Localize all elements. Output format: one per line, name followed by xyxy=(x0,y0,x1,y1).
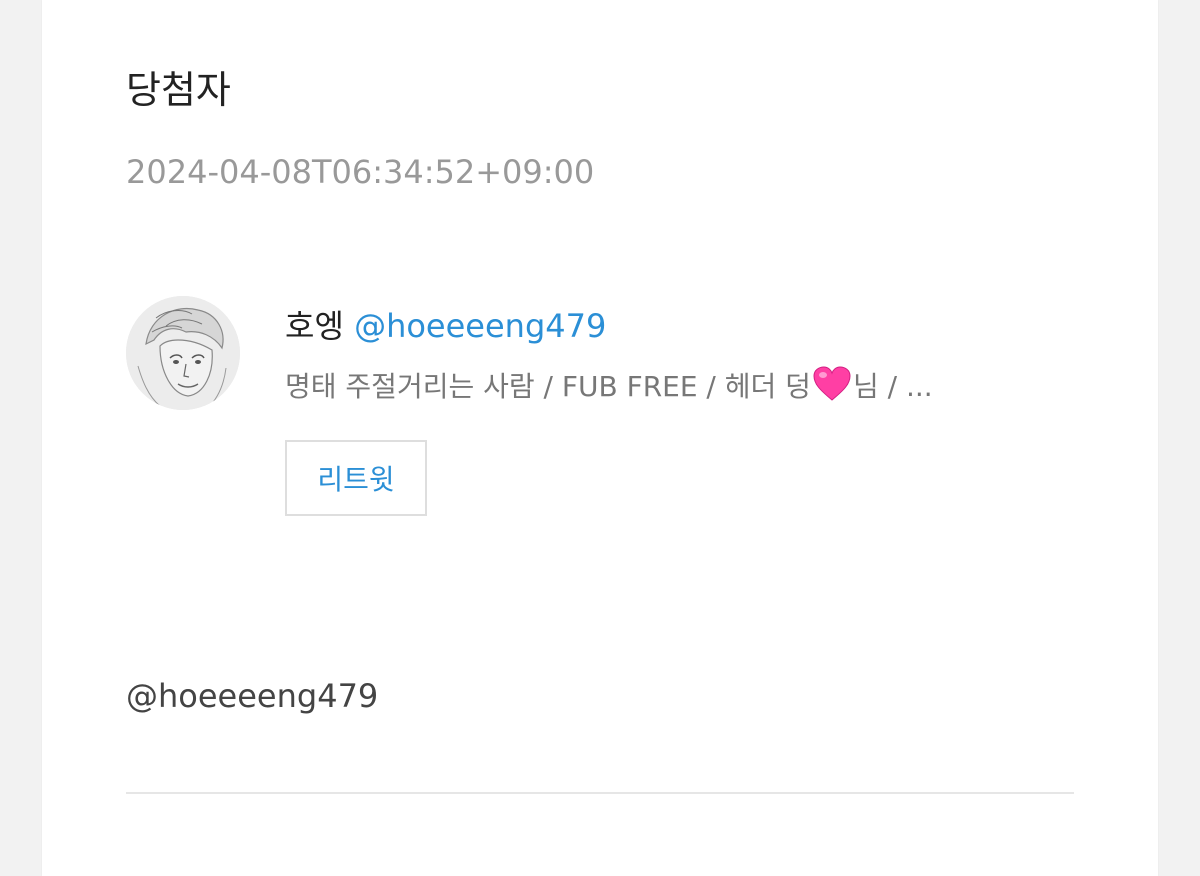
user-bio: 명태 주절거리는 사람 / FUB FREE / 헤더 덩 님 / ... xyxy=(285,366,1075,413)
pink-heart-icon xyxy=(812,366,852,413)
winner-handle: @hoeeeeng479 xyxy=(126,677,379,715)
divider xyxy=(126,792,1074,794)
user-handle-link[interactable]: @hoeeeeng479 xyxy=(354,307,606,345)
bio-text-end: 님 / ... xyxy=(852,370,933,403)
display-name: 호엥 xyxy=(285,307,344,345)
avatar[interactable] xyxy=(126,296,240,410)
retweet-button[interactable]: 리트윗 xyxy=(285,440,427,516)
timestamp: 2024-04-08T06:34:52+09:00 xyxy=(126,153,595,191)
avatar-illustration-icon xyxy=(126,296,240,410)
page-title: 당첨자 xyxy=(126,68,231,112)
bio-text-start: 명태 주절거리는 사람 / FUB FREE / 헤더 덩 xyxy=(285,370,811,403)
user-line: 호엥 @hoeeeeng479 xyxy=(285,304,606,348)
winner-card: 당첨자 2024-04-08T06:34:52+09:00 호엥 @hoeeee… xyxy=(42,0,1158,876)
